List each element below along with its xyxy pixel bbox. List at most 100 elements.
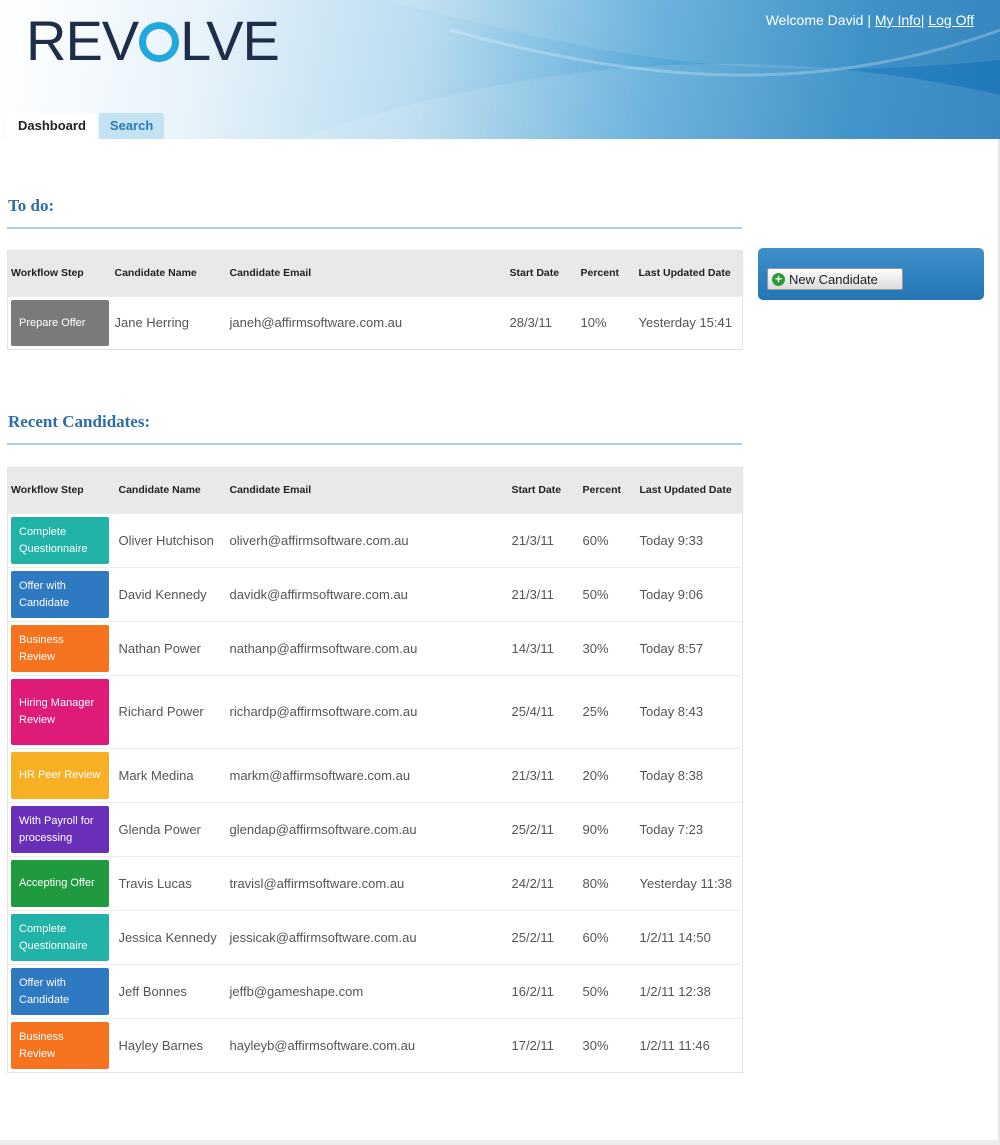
workflow-step-badge[interactable]: Complete Questionnaire	[11, 517, 109, 564]
candidate-name: David Kennedy	[115, 567, 227, 622]
workflow-step-cell: Hiring Manager Review	[7, 675, 116, 749]
table-row[interactable]: Complete Questionnaire Oliver Hutchison ol…	[7, 513, 743, 568]
column-header: Candidate Email	[226, 467, 509, 514]
column-header: Percent	[577, 250, 636, 297]
start-date: 25/4/11	[508, 675, 580, 749]
column-header: Percent	[579, 467, 637, 514]
candidate-name: Travis Lucas	[115, 856, 227, 911]
actions-panel: + New Candidate	[758, 248, 984, 300]
workflow-step-badge[interactable]: With Payroll for processing	[11, 806, 109, 853]
table-row[interactable]: HR Peer Review Mark Medina markm@affirmsof…	[7, 748, 743, 803]
recent-candidates-table: Workflow Step Candidate Name Candidate Ema…	[7, 467, 743, 1073]
bottom-edge-divider	[0, 1140, 1000, 1145]
workflow-step-cell: Complete Questionnaire	[7, 910, 116, 965]
percent: 50%	[579, 567, 637, 622]
last-updated: Today 7:23	[636, 802, 743, 857]
start-date: 16/2/11	[508, 964, 580, 1019]
candidate-email: travisl@affirmsoftware.com.au	[226, 856, 509, 911]
table-row[interactable]: Accepting Offer Travis Lucas travisl@affir…	[7, 856, 743, 911]
percent: 20%	[579, 748, 637, 803]
workflow-step-cell: Business Review	[7, 621, 116, 676]
candidate-email: davidk@affirmsoftware.com.au	[226, 567, 509, 622]
new-candidate-button[interactable]: + New Candidate	[767, 268, 903, 290]
my-info-link[interactable]: My Info	[875, 12, 921, 28]
column-header: Last Updated Date	[636, 467, 743, 514]
start-date: 28/3/11	[506, 296, 578, 350]
plus-circle-icon: +	[772, 272, 785, 286]
last-updated: 1/2/11 11:46	[636, 1018, 743, 1073]
candidate-name: Nathan Power	[115, 621, 227, 676]
percent: 90%	[579, 802, 637, 857]
candidate-email: janeh@affirmsoftware.com.au	[226, 296, 507, 350]
start-date: 21/3/11	[508, 748, 580, 803]
candidate-name: Oliver Hutchison	[115, 513, 227, 568]
start-date: 14/3/11	[508, 621, 580, 676]
candidate-email: nathanp@affirmsoftware.com.au	[226, 621, 509, 676]
logo-o-ring-icon	[139, 22, 180, 62]
table-row[interactable]: Offer with Candidate David Kennedy davidk@…	[7, 567, 743, 622]
column-header: Start Date	[506, 250, 578, 297]
workflow-step-badge[interactable]: Offer with Candidate	[11, 571, 109, 618]
last-updated: 1/2/11 14:50	[636, 910, 743, 965]
workflow-step-badge[interactable]: Hiring Manager Review	[11, 679, 109, 745]
recent-header-row: Workflow Step Candidate Name Candidate Ema…	[7, 467, 743, 514]
workflow-step-cell: Offer with Candidate	[7, 964, 116, 1019]
table-row[interactable]: Prepare Offer Jane Herring janeh@affirmsof…	[7, 296, 743, 350]
last-updated: Today 8:43	[636, 675, 743, 749]
workflow-step-badge[interactable]: Accepting Offer	[11, 860, 109, 907]
candidate-name: Jessica Kennedy	[115, 910, 227, 965]
table-row[interactable]: Offer with Candidate Jeff Bonnes jeffb@gam…	[7, 964, 743, 1019]
workflow-step-badge[interactable]: Prepare Offer	[11, 300, 109, 346]
column-header: Candidate Name	[115, 467, 227, 514]
workflow-step-badge[interactable]: Complete Questionnaire	[11, 914, 109, 961]
todo-header-row: Workflow Step Candidate Name Candidate Ema…	[7, 250, 743, 297]
percent: 10%	[577, 296, 636, 350]
main-tabs: Dashboard Search	[7, 113, 165, 139]
start-date: 21/3/11	[508, 513, 580, 568]
workflow-step-badge[interactable]: Business Review	[11, 625, 109, 672]
candidate-email: jeffb@gameshape.com	[226, 964, 509, 1019]
recent-divider	[7, 443, 742, 445]
start-date: 25/2/11	[508, 910, 580, 965]
candidate-name: Jane Herring	[111, 296, 227, 350]
table-row[interactable]: With Payroll for processing Glenda Power g…	[7, 802, 743, 857]
todo-rows: Prepare Offer Jane Herring janeh@affirmsof…	[7, 296, 743, 350]
table-row[interactable]: Business Review Nathan Power nathanp@affir…	[7, 621, 743, 676]
table-row[interactable]: Business Review Hayley Barnes hayleyb@affi…	[7, 1018, 743, 1073]
column-header: Workflow Step	[7, 250, 112, 297]
candidate-email: markm@affirmsoftware.com.au	[226, 748, 509, 803]
percent: 80%	[579, 856, 637, 911]
candidate-email: richardp@affirmsoftware.com.au	[226, 675, 509, 749]
workflow-step-cell: Accepting Offer	[7, 856, 116, 911]
workflow-step-badge[interactable]: HR Peer Review	[11, 752, 109, 799]
todo-title: To do:	[8, 196, 55, 215]
percent: 30%	[579, 621, 637, 676]
candidate-name: Mark Medina	[115, 748, 227, 803]
candidate-email: glendap@affirmsoftware.com.au	[226, 802, 509, 857]
start-date: 17/2/11	[508, 1018, 580, 1073]
candidate-name: Jeff Bonnes	[115, 964, 227, 1019]
column-header: Last Updated Date	[635, 250, 743, 297]
percent: 60%	[579, 513, 637, 568]
candidate-email: hayleyb@affirmsoftware.com.au	[226, 1018, 509, 1073]
start-date: 25/2/11	[508, 802, 580, 857]
workflow-step-cell: HR Peer Review	[7, 748, 116, 803]
start-date: 24/2/11	[508, 856, 580, 911]
column-header: Start Date	[508, 467, 580, 514]
workflow-step-badge[interactable]: Business Review	[11, 1022, 109, 1069]
table-row[interactable]: Complete Questionnaire Jessica Kennedy jes…	[7, 910, 743, 965]
last-updated: 1/2/11 12:38	[636, 964, 743, 1019]
workflow-step-badge[interactable]: Offer with Candidate	[11, 968, 109, 1015]
column-header: Workflow Step	[7, 467, 116, 514]
page-header: REV LVE Welcome David | My Info| Log Off …	[0, 0, 1000, 139]
table-row[interactable]: Hiring Manager Review Richard Power richar…	[7, 675, 743, 749]
new-candidate-label: New Candidate	[789, 271, 878, 287]
tab-search[interactable]: Search	[98, 113, 165, 139]
recent-candidates-title: Recent Candidates:	[8, 412, 151, 431]
log-off-link[interactable]: Log Off	[928, 12, 974, 28]
workflow-step-cell: Business Review	[7, 1018, 116, 1073]
tab-dashboard[interactable]: Dashboard	[7, 113, 97, 139]
revolve-logo: REV LVE	[26, 9, 280, 72]
candidate-email: jessicak@affirmsoftware.com.au	[226, 910, 509, 965]
workflow-step-cell: Prepare Offer	[7, 296, 112, 350]
